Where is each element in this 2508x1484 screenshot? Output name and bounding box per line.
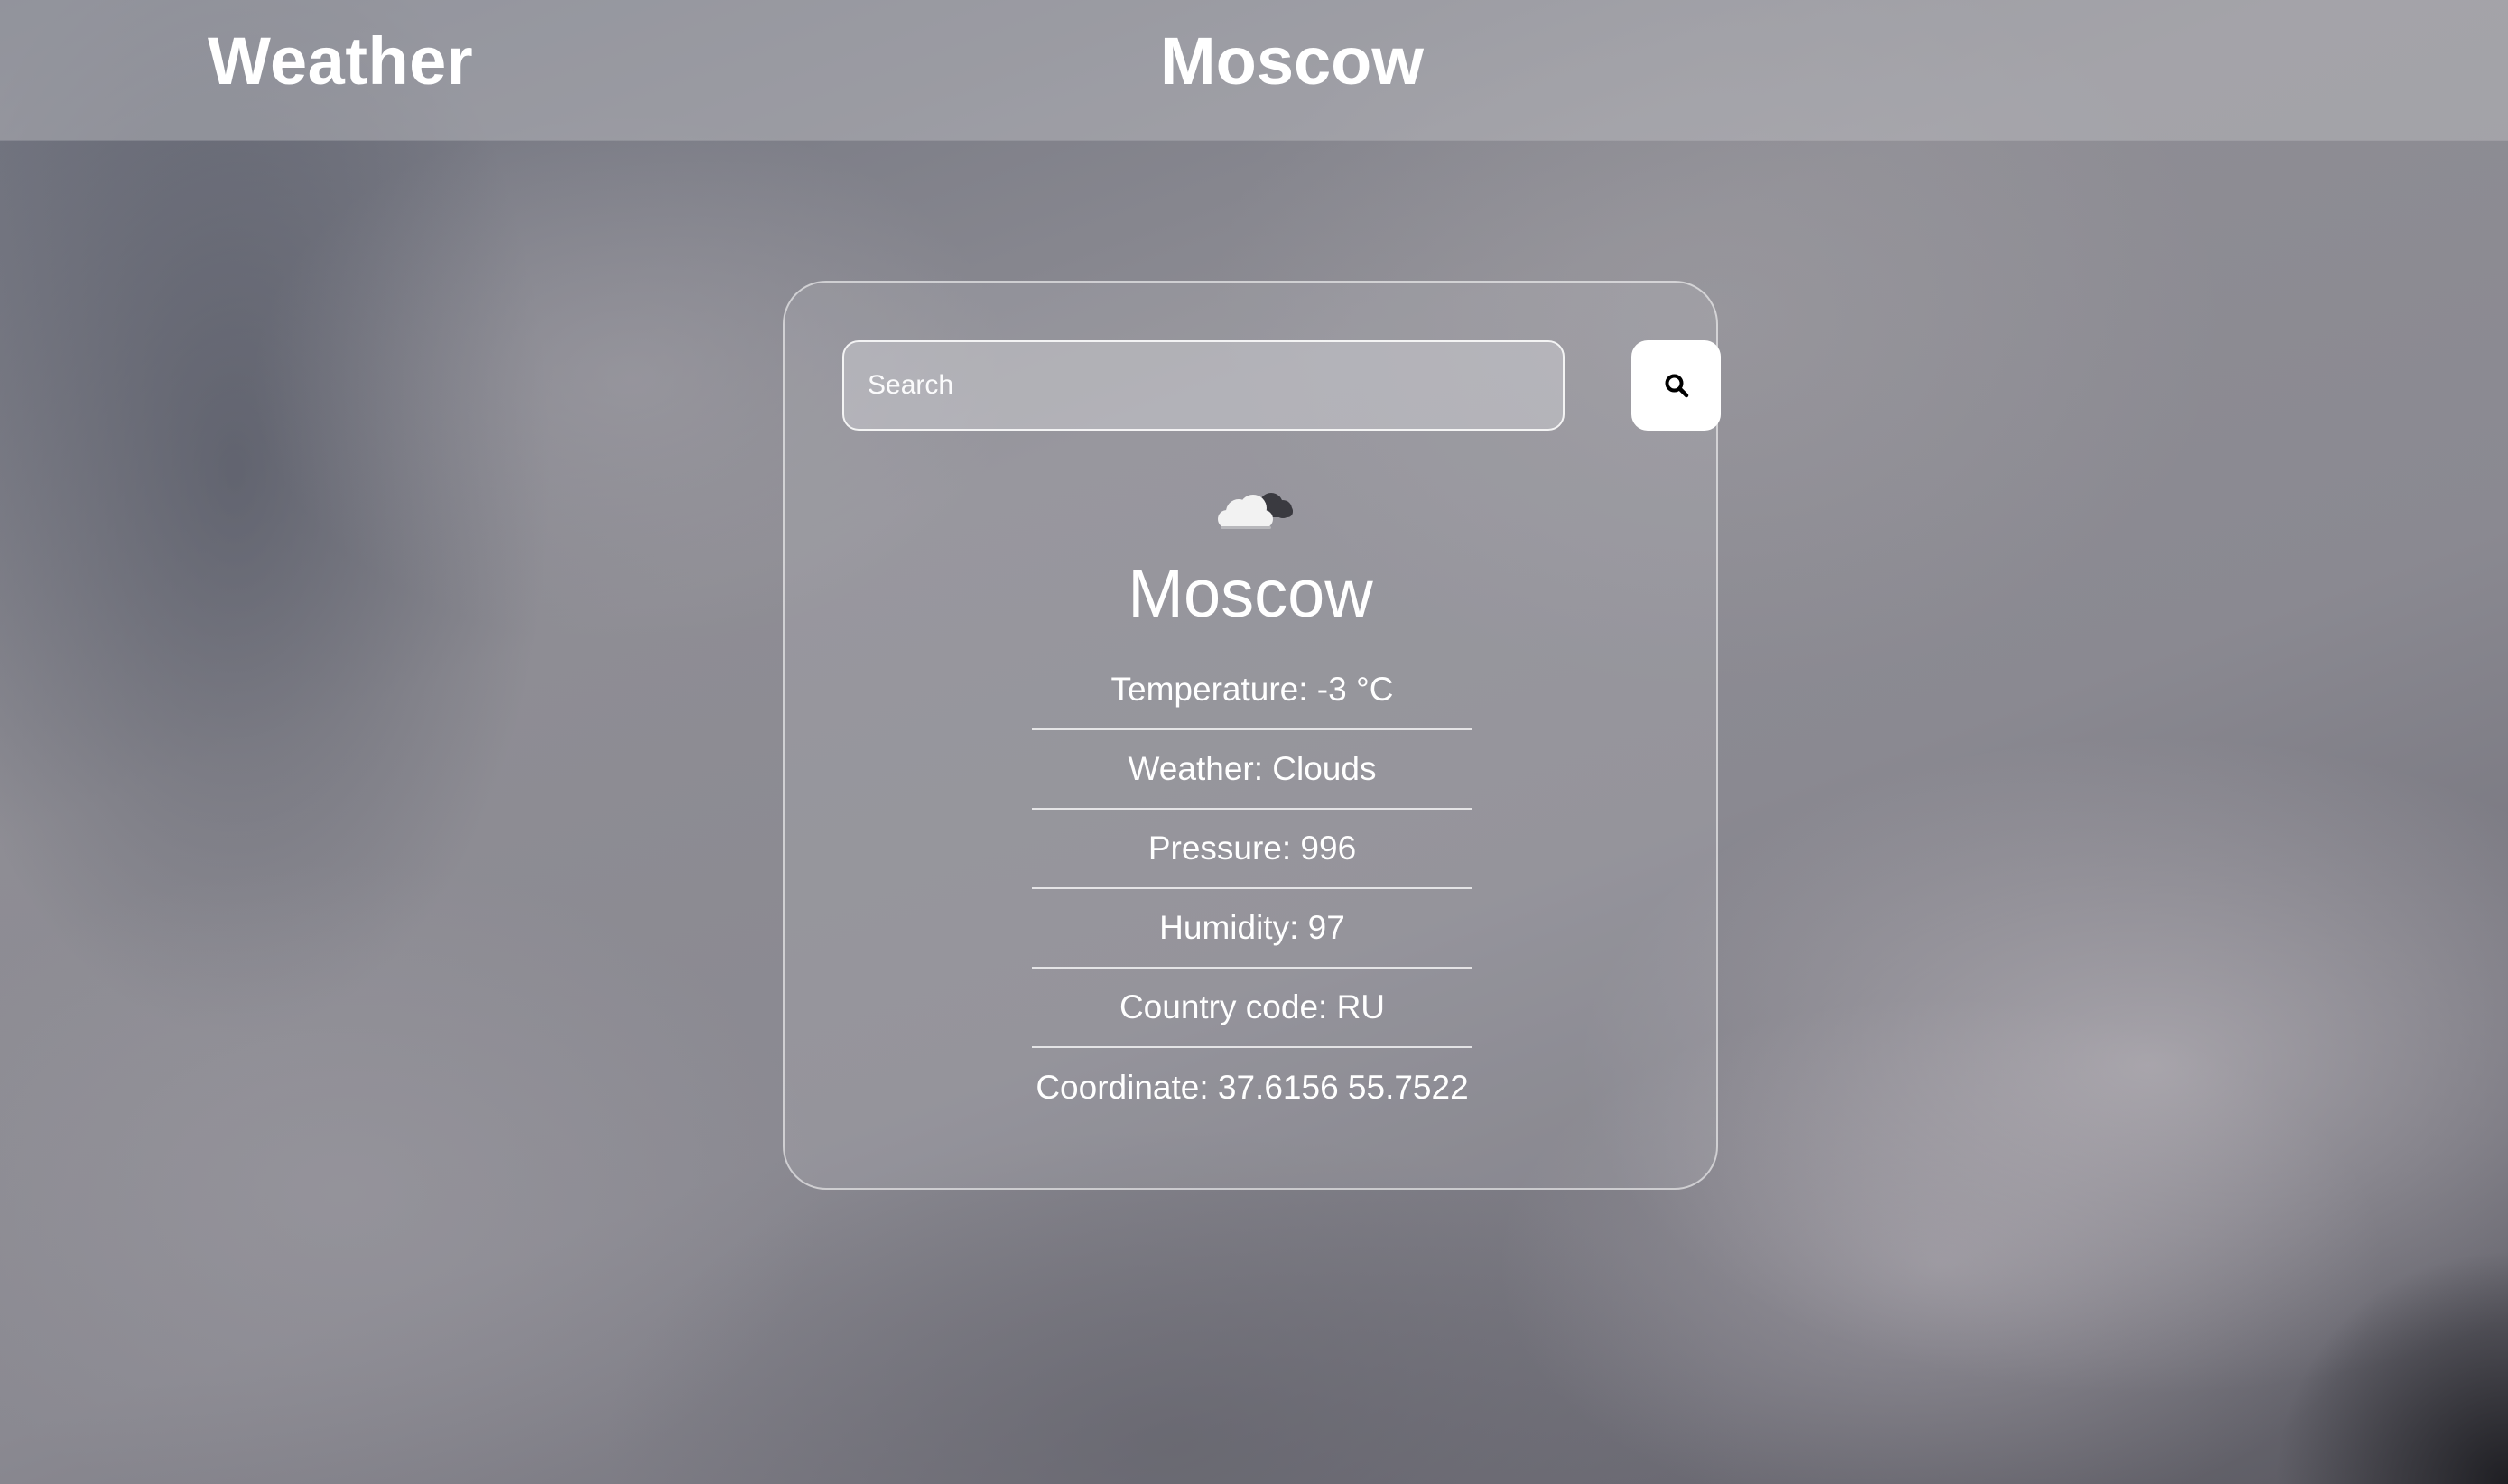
weather-details: Temperature: -3 °C Weather: Clouds Press…: [1032, 651, 1472, 1127]
city-name: Moscow: [1128, 556, 1373, 631]
coordinate-text: Coordinate: 37.6156 55.7522: [1036, 1069, 1469, 1106]
weather-page: Weather Moscow Search Moscow Temperature…: [0, 0, 2508, 1484]
search-input[interactable]: [842, 340, 1565, 431]
app-title: Weather: [208, 23, 474, 98]
top-bar: Weather Moscow: [0, 0, 2508, 140]
weather-condition-text: Weather: Clouds: [1032, 730, 1472, 810]
cloud-icon: [1218, 493, 1293, 529]
search-icon: [1665, 374, 1688, 398]
weather-card: Moscow Temperature: -3 °C Weather: Cloud…: [783, 281, 1721, 1190]
search-button[interactable]: [1631, 340, 1721, 431]
search-bar: [842, 340, 1721, 431]
pressure-text: Pressure: 996: [1032, 810, 1472, 889]
temperature-text: Temperature: -3 °C: [1032, 651, 1472, 730]
humidity-text: Humidity: 97: [1032, 889, 1472, 969]
header-city-name: Moscow: [1160, 23, 1424, 98]
country-code-text: Country code: RU: [1032, 969, 1472, 1048]
